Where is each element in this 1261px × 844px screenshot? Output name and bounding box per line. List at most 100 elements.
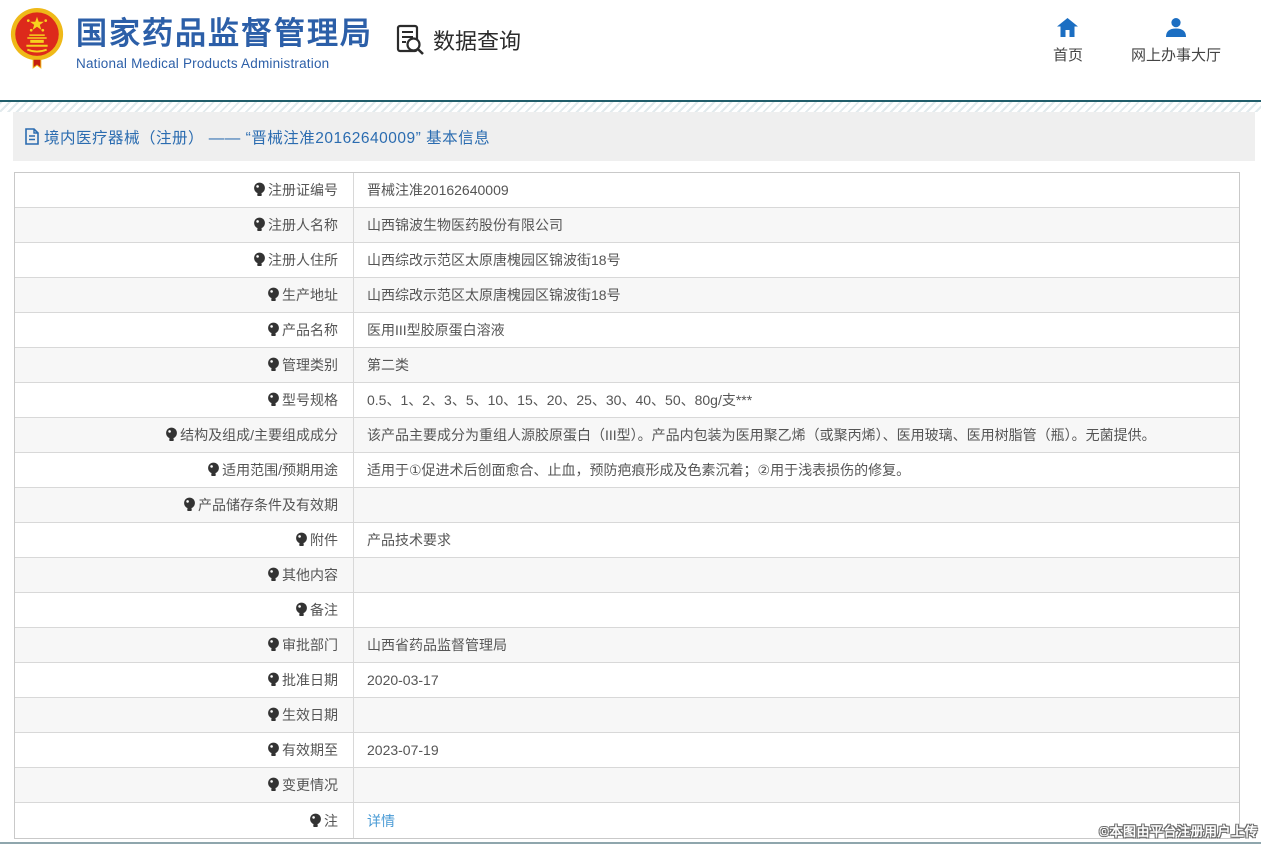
row-label: 产品名称 [282,320,338,340]
bulb-icon [267,637,280,653]
row-label: 注册人住所 [268,250,338,270]
row-label-cell: 生产地址 [15,278,354,312]
table-row: 注册人名称 山西锦波生物医药股份有限公司 [15,208,1239,243]
row-value-cell: 第二类 [354,348,1239,382]
bulb-icon [267,357,280,373]
bulb-icon [267,287,280,303]
row-label: 注册证编号 [268,180,338,200]
bulb-icon [207,462,220,478]
row-value-cell: 山西锦波生物医药股份有限公司 [354,208,1239,242]
bulb-icon [267,707,280,723]
table-row: 批准日期 2020-03-17 [15,663,1239,698]
row-label-cell: 型号规格 [15,383,354,417]
row-value-cell [354,488,1239,522]
bulb-icon [253,252,266,268]
top-nav: 首页 网上办事大厅 [1053,18,1221,65]
table-row: 管理类别 第二类 [15,348,1239,383]
row-label-cell: 管理类别 [15,348,354,382]
row-value-cell: 医用III型胶原蛋白溶液 [354,313,1239,347]
row-value-cell: 2023-07-19 [354,733,1239,767]
table-row: 型号规格 0.5、1、2、3、5、10、15、20、25、30、40、50、80… [15,383,1239,418]
bulb-icon [267,322,280,338]
row-value-cell [354,698,1239,732]
row-value-cell: 该产品主要成分为重组人源胶原蛋白（III型）。产品内包装为医用聚乙烯（或聚丙烯）… [354,418,1239,452]
row-label: 适用范围/预期用途 [222,460,338,480]
table-row: 生效日期 [15,698,1239,733]
row-label-cell: 批准日期 [15,663,354,697]
row-label-cell: 备注 [15,593,354,627]
bulb-icon [267,567,280,583]
row-value: 山西综改示范区太原唐槐园区锦波街18号 [367,250,621,270]
user-icon [1166,18,1186,37]
brand-title: 国家药品监督管理局 [76,16,373,52]
row-value-cell: 晋械注准20162640009 [354,173,1239,207]
row-label-cell: 变更情况 [15,768,354,802]
bulb-icon [295,602,308,618]
bulb-icon [309,813,322,829]
row-label: 批准日期 [282,670,338,690]
row-label: 有效期至 [282,740,338,760]
bulb-icon [267,672,280,688]
table-row: 结构及组成/主要组成成分 该产品主要成分为重组人源胶原蛋白（III型）。产品内包… [15,418,1239,453]
brand-block: 国家药品监督管理局 National Medical Products Admi… [76,16,373,71]
row-value: 该产品主要成分为重组人源胶原蛋白（III型）。产品内包装为医用聚乙烯（或聚丙烯）… [367,425,1156,445]
row-label-cell: 其他内容 [15,558,354,592]
bulb-icon [183,497,196,513]
row-label: 结构及组成/主要组成成分 [180,425,338,445]
table-row: 变更情况 [15,768,1239,803]
row-value: 山西综改示范区太原唐槐园区锦波街18号 [367,285,621,305]
row-label-cell: 注册人名称 [15,208,354,242]
bulb-icon [253,217,266,233]
table-row: 备注 [15,593,1239,628]
table-row: 产品名称 医用III型胶原蛋白溶液 [15,313,1239,348]
row-value-cell [354,558,1239,592]
bulb-icon [295,532,308,548]
nav-item-service-hall[interactable]: 网上办事大厅 [1131,18,1221,65]
row-value-cell [354,768,1239,802]
document-search-icon [396,24,426,56]
bulb-icon [267,392,280,408]
row-label: 型号规格 [282,390,338,410]
row-label: 备注 [310,600,338,620]
row-label: 附件 [310,530,338,550]
table-row: 注册人住所 山西综改示范区太原唐槐园区锦波街18号 [15,243,1239,278]
bulb-icon [267,742,280,758]
row-value: 产品技术要求 [367,530,451,550]
row-value: 第二类 [367,355,409,375]
table-row: 其他内容 [15,558,1239,593]
row-label: 注册人名称 [268,215,338,235]
row-value: 0.5、1、2、3、5、10、15、20、25、30、40、50、80g/支**… [367,390,752,410]
row-label-cell: 产品名称 [15,313,354,347]
nav-home-label: 首页 [1053,44,1083,65]
nav-item-home[interactable]: 首页 [1053,18,1083,65]
row-value-cell: 山西省药品监督管理局 [354,628,1239,662]
document-icon [25,128,39,145]
row-label-cell: 注册人住所 [15,243,354,277]
row-value: 医用III型胶原蛋白溶液 [367,320,505,340]
bulb-icon [165,427,178,443]
bulb-icon [267,777,280,793]
row-label: 生产地址 [282,285,338,305]
row-value-cell: 山西综改示范区太原唐槐园区锦波街18号 [354,243,1239,277]
row-value-cell: 0.5、1、2、3、5、10、15、20、25、30、40、50、80g/支**… [354,383,1239,417]
bulb-icon [253,182,266,198]
row-label-cell: 附件 [15,523,354,557]
row-label-cell: 产品储存条件及有效期 [15,488,354,522]
data-query-section[interactable]: 数据查询 [396,24,521,56]
row-value: 山西省药品监督管理局 [367,635,507,655]
row-label-cell: 有效期至 [15,733,354,767]
row-label: 注 [324,811,338,831]
row-value-cell: 产品技术要求 [354,523,1239,557]
hatch-strip [0,102,1261,112]
row-label-cell: 审批部门 [15,628,354,662]
table-row: 注 详情 [15,803,1239,838]
row-label-cell: 适用范围/预期用途 [15,453,354,487]
page-title-bar: 境内医疗器械（注册） —— “晋械注准20162640009” 基本信息 [13,112,1255,161]
row-label: 产品储存条件及有效期 [198,495,338,515]
row-label-cell: 生效日期 [15,698,354,732]
row-label: 管理类别 [282,355,338,375]
watermark-text: ©本图由平台注册用户上传 [1099,821,1258,840]
table-row: 产品储存条件及有效期 [15,488,1239,523]
national-emblem-logo [8,6,66,70]
details-link[interactable]: 详情 [367,811,395,831]
